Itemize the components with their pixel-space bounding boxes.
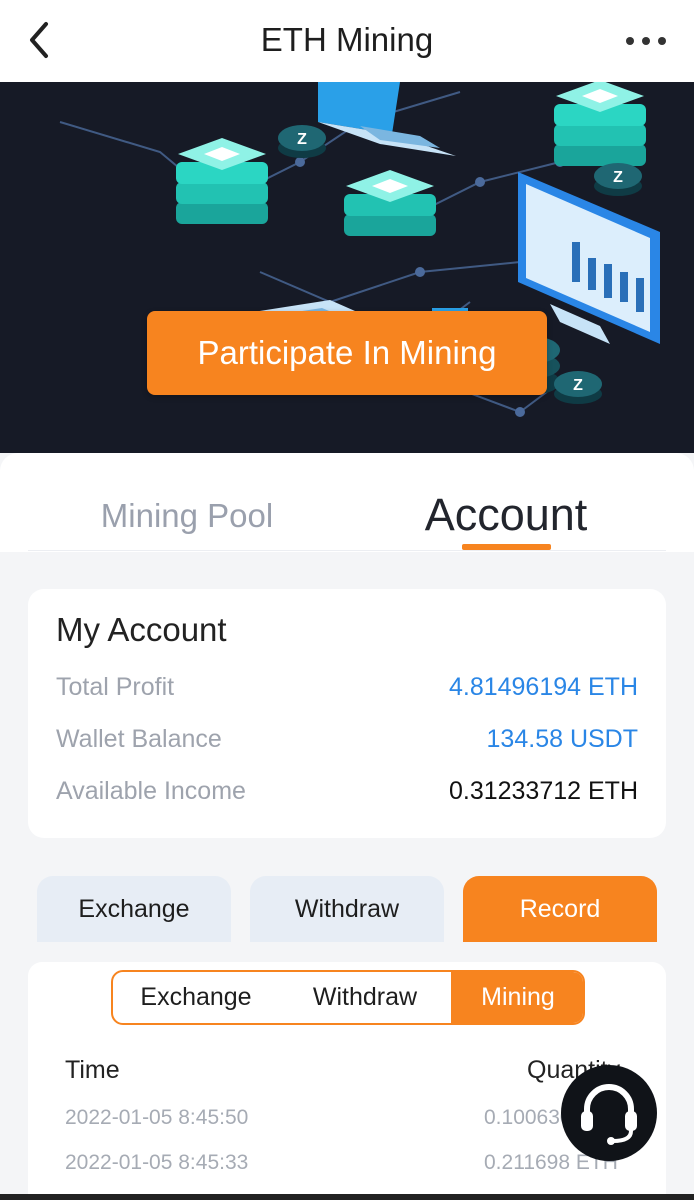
- total-profit-row: Total Profit 4.81496194 ETH: [56, 673, 638, 707]
- wallet-balance-label: Wallet Balance: [56, 725, 222, 753]
- withdraw-button[interactable]: Withdraw: [250, 876, 444, 942]
- account-actions: Exchange Withdraw Record: [37, 876, 657, 942]
- exchange-button[interactable]: Exchange: [37, 876, 231, 942]
- total-profit-value: 4.81496194 ETH: [448, 673, 638, 701]
- record-type-segmented-control: Exchange Withdraw Mining: [111, 970, 585, 1025]
- page-title: ETH Mining: [260, 21, 434, 58]
- available-income-value: 0.31233712 ETH: [448, 777, 638, 805]
- tab-mining-pool[interactable]: Mining Pool: [28, 497, 346, 535]
- column-header-time: Time: [65, 1056, 120, 1084]
- tab-bar: Mining Pool Account: [28, 453, 666, 551]
- tab-account[interactable]: Account: [346, 489, 666, 541]
- participate-in-mining-button[interactable]: Participate In Mining: [147, 311, 547, 395]
- my-account-card: My Account Total Profit 4.81496194 ETH W…: [28, 589, 666, 838]
- mining-banner: Z Z Z Z Z Part: [0, 82, 694, 453]
- bottom-edge: [0, 1194, 694, 1200]
- record-time: 2022-01-05 8:45:33: [65, 1151, 249, 1174]
- active-tab-indicator: [462, 544, 551, 550]
- svg-text:Z: Z: [613, 169, 623, 186]
- mining-illustration: Z Z Z Z Z: [59, 82, 660, 417]
- segment-withdraw[interactable]: Withdraw: [279, 972, 451, 1023]
- segment-mining[interactable]: Mining: [451, 972, 583, 1023]
- total-profit-label: Total Profit: [56, 673, 175, 701]
- available-income-row: Available Income 0.31233712 ETH: [56, 777, 638, 811]
- wallet-balance-row: Wallet Balance 134.58 USDT: [56, 725, 638, 759]
- customer-support-button[interactable]: [561, 1065, 657, 1161]
- record-button[interactable]: Record: [463, 876, 657, 942]
- wallet-balance-value: 134.58 USDT: [486, 725, 638, 753]
- svg-text:Z: Z: [573, 377, 583, 394]
- top-nav-bar: ETH Mining: [0, 0, 694, 82]
- svg-text:Z: Z: [297, 131, 307, 148]
- segment-exchange[interactable]: Exchange: [113, 972, 279, 1023]
- headset-icon: [581, 1084, 637, 1145]
- card-title: My Account: [56, 611, 227, 648]
- available-income-label: Available Income: [56, 777, 246, 805]
- more-dots-icon[interactable]: [624, 28, 668, 54]
- record-time: 2022-01-05 8:45:50: [65, 1106, 249, 1129]
